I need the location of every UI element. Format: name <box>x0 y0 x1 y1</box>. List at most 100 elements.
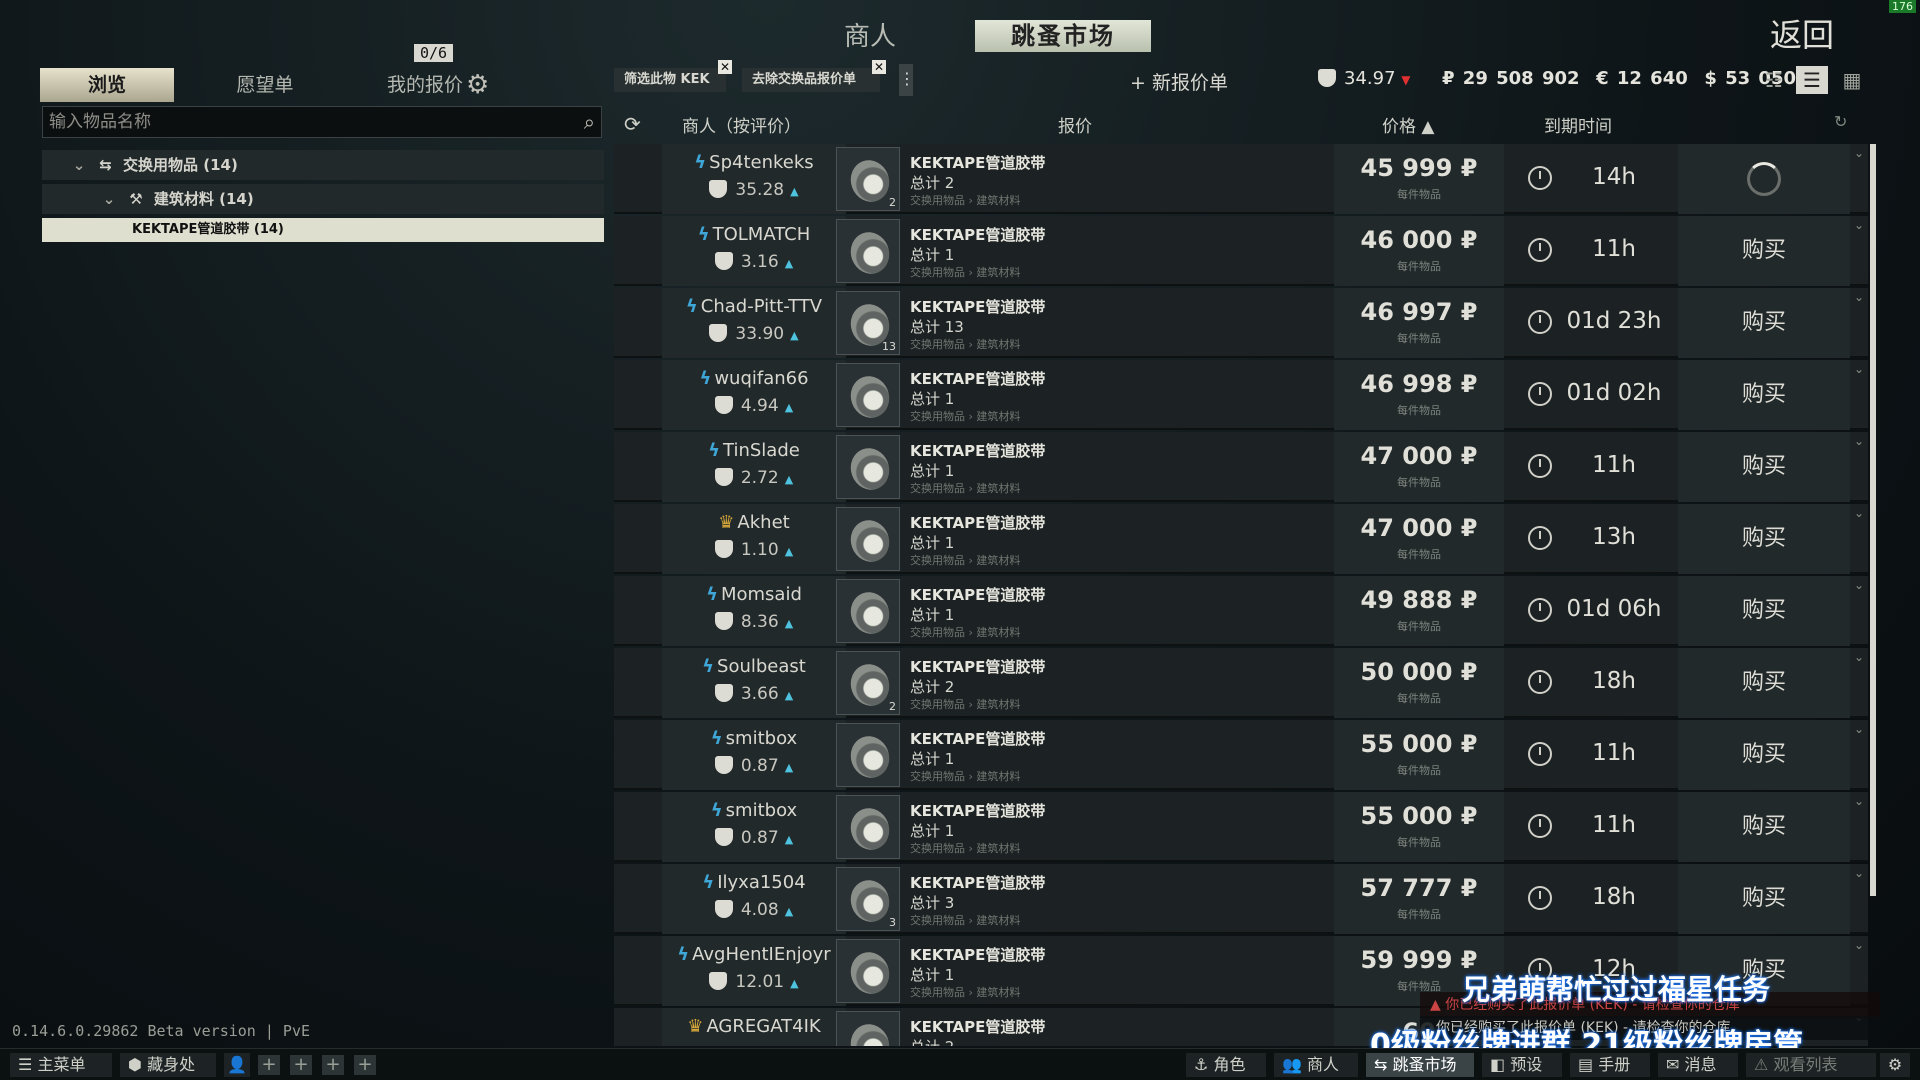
plus-slot-icon[interactable]: + <box>258 1055 280 1075</box>
view-grid-icon[interactable]: ▦ <box>1836 66 1868 94</box>
seller-cell[interactable]: ϟ Momsaid 8.36 ▲ <box>662 576 846 646</box>
item-thumbnail[interactable] <box>836 1011 900 1046</box>
refresh-icon[interactable]: ⟳ <box>624 112 641 136</box>
buy-button[interactable]: 购买 <box>1678 216 1850 286</box>
chevron-down-icon[interactable]: ⌄ <box>1854 146 1864 160</box>
table-row[interactable]: ϟ Momsaid 8.36 ▲ KEKTAPE管道胶带 总计 1 交换用物品 › … <box>614 576 1868 646</box>
close-icon[interactable]: ✕ <box>718 60 732 74</box>
seller-cell[interactable]: ϟ smitbox 0.87 ▲ <box>662 720 846 790</box>
column-expire[interactable]: 到期时间 <box>1544 112 1612 137</box>
plus-slot-icon[interactable]: + <box>290 1055 312 1075</box>
buy-button[interactable]: 购买 <box>1678 432 1850 502</box>
more-options-icon[interactable]: ⋮ <box>899 64 915 96</box>
buy-button[interactable]: 购买 <box>1678 576 1850 646</box>
seller-cell[interactable]: ϟ smitbox 0.87 ▲ <box>662 792 846 862</box>
presets-button[interactable]: ◧ 预设 <box>1482 1053 1562 1077</box>
chevron-down-icon[interactable]: ⌄ <box>1854 362 1864 376</box>
filter-chip-no-barter[interactable]: 去除交换品报价单 ✕ <box>742 60 886 92</box>
buy-button[interactable]: 购买 <box>1678 648 1850 718</box>
filter-chip-item[interactable]: 筛选此物 KEK ✕ <box>614 60 732 92</box>
traders-button[interactable]: 👥 商人 <box>1274 1053 1358 1077</box>
table-row[interactable]: ϟ smitbox 0.87 ▲ KEKTAPE管道胶带 总计 1 交换用物品 › … <box>614 720 1868 790</box>
item-thumbnail[interactable]: 2 <box>836 651 900 715</box>
character-button[interactable]: ⚓ 角色 <box>1186 1053 1266 1077</box>
plus-slot-icon[interactable]: + <box>354 1055 376 1075</box>
view-list-icon[interactable]: ☰ <box>1796 66 1828 94</box>
seller-cell[interactable]: ♛ AGREGAT4IK <box>662 1008 846 1046</box>
table-row[interactable]: ϟ Chad-Pitt-TTV 33.90 ▲ 13 KEKTAPE管道胶带 总计 … <box>614 288 1868 358</box>
chevron-down-icon[interactable]: ⌄ <box>1854 866 1864 880</box>
item-kektape[interactable]: KEKTAPE管道胶带 (14) <box>42 218 604 242</box>
seller-cell[interactable]: ϟ Soulbeast 3.66 ▲ <box>662 648 846 718</box>
category-trading-items[interactable]: ⌄ ⇆ 交换用物品 (14) <box>42 150 604 180</box>
chevron-down-icon[interactable]: ⌄ <box>1854 290 1864 304</box>
close-icon[interactable]: ✕ <box>872 60 886 74</box>
tab-flea-market[interactable]: 跳蚤市场 <box>975 20 1151 52</box>
table-row[interactable]: ϟ wuqifan66 4.94 ▲ KEKTAPE管道胶带 总计 1 交换用物品 … <box>614 360 1868 430</box>
buy-button[interactable]: 购买 <box>1678 864 1850 934</box>
buy-button[interactable]: 购买 <box>1678 504 1850 574</box>
item-thumbnail[interactable]: 3 <box>836 867 900 931</box>
chevron-down-icon[interactable]: ⌄ <box>1854 434 1864 448</box>
hideout-button[interactable]: ⬢ 藏身处 <box>120 1053 216 1077</box>
seller-cell[interactable]: ϟ TOLMATCH 3.16 ▲ <box>662 216 846 286</box>
profile-icon[interactable]: 👤 <box>224 1053 250 1077</box>
plus-slot-icon[interactable]: + <box>322 1055 344 1075</box>
chevron-down-icon[interactable]: ⌄ <box>1854 650 1864 664</box>
scrollbar[interactable] <box>1870 144 1876 896</box>
category-building-materials[interactable]: ⌄ ⚒ 建筑材料 (14) <box>42 184 604 214</box>
table-row[interactable]: ϟ Sp4tenkeks 35.28 ▲ 2 KEKTAPE管道胶带 总计 2 交换… <box>614 144 1868 214</box>
settings-gear-icon[interactable]: ⚙ <box>1880 1053 1910 1077</box>
main-menu-button[interactable]: ☰ 主菜单 <box>10 1053 112 1077</box>
seller-cell[interactable]: ♛ Akhet 1.10 ▲ <box>662 504 846 574</box>
seller-cell[interactable]: ϟ TinSlade 2.72 ▲ <box>662 432 846 502</box>
handbook-button[interactable]: ▤ 手册 <box>1570 1053 1650 1077</box>
tab-wishlist[interactable]: 愿望单 <box>190 68 340 102</box>
table-row[interactable]: ♛ Akhet 1.10 ▲ KEKTAPE管道胶带 总计 1 交换用物品 › 建筑… <box>614 504 1868 574</box>
buy-button[interactable]: 购买 <box>1678 360 1850 430</box>
seller-cell[interactable]: ϟ Ilyxa1504 4.08 ▲ <box>662 864 846 934</box>
column-price[interactable]: 价格 ▲ <box>1382 112 1434 137</box>
item-thumbnail[interactable] <box>836 435 900 499</box>
back-button[interactable]: 返回 <box>1770 10 1834 56</box>
chevron-down-icon[interactable]: ⌄ <box>1854 794 1864 808</box>
chevron-down-icon[interactable]: ⌄ <box>1854 218 1864 232</box>
buy-button[interactable]: 购买 <box>1678 720 1850 790</box>
new-offer-button[interactable]: + 新报价单 <box>1130 68 1228 95</box>
buy-button[interactable]: 购买 <box>1678 288 1850 358</box>
tab-trader[interactable]: 商人 <box>820 16 920 53</box>
buy-button-loading[interactable] <box>1678 144 1850 214</box>
chevron-down-icon[interactable]: ⌄ <box>1854 506 1864 520</box>
table-row[interactable]: ϟ Ilyxa1504 4.08 ▲ 3 KEKTAPE管道胶带 总计 3 交换用物… <box>614 864 1868 934</box>
watchlist-button[interactable]: ⚠ 观看列表 <box>1746 1053 1876 1077</box>
tab-browse[interactable]: 浏览 <box>40 68 174 102</box>
table-row[interactable]: ϟ TOLMATCH 3.16 ▲ KEKTAPE管道胶带 总计 1 交换用物品 ›… <box>614 216 1868 286</box>
item-thumbnail[interactable] <box>836 795 900 859</box>
item-thumbnail[interactable]: 2 <box>836 147 900 211</box>
table-row[interactable]: ϟ Soulbeast 3.66 ▲ 2 KEKTAPE管道胶带 总计 2 交换用物… <box>614 648 1868 718</box>
item-thumbnail[interactable] <box>836 219 900 283</box>
seller-cell[interactable]: ϟ wuqifan66 4.94 ▲ <box>662 360 846 430</box>
search-icon[interactable]: ⌕ <box>584 110 595 134</box>
item-thumbnail[interactable] <box>836 939 900 1003</box>
column-offer[interactable]: 报价 <box>1058 112 1092 137</box>
item-thumbnail[interactable]: 13 <box>836 291 900 355</box>
gear-icon[interactable]: ⚙ <box>466 70 489 100</box>
item-thumbnail[interactable] <box>836 507 900 571</box>
chevron-down-icon[interactable]: ⌄ <box>1854 722 1864 736</box>
search-input[interactable] <box>43 107 563 137</box>
chevron-down-icon[interactable]: ⌄ <box>1854 938 1864 952</box>
seller-cell[interactable]: ϟ AvgHentIEnjoyr 12.01 ▲ <box>662 936 846 1006</box>
item-thumbnail[interactable] <box>836 363 900 427</box>
item-thumbnail[interactable] <box>836 723 900 787</box>
table-row[interactable]: ϟ TinSlade 2.72 ▲ KEKTAPE管道胶带 总计 1 交换用物品 ›… <box>614 432 1868 502</box>
column-merchant[interactable]: 商人（按评价） <box>682 112 801 137</box>
buy-button[interactable]: 购买 <box>1678 792 1850 862</box>
view-compact-icon[interactable]: ☷ <box>1758 66 1790 94</box>
messages-button[interactable]: ✉ 消息 <box>1658 1053 1738 1077</box>
flea-market-button[interactable]: ⇆ 跳蚤市场 <box>1366 1053 1474 1077</box>
item-thumbnail[interactable] <box>836 579 900 643</box>
seller-cell[interactable]: ϟ Chad-Pitt-TTV 33.90 ▲ <box>662 288 846 358</box>
table-row[interactable]: ϟ smitbox 0.87 ▲ KEKTAPE管道胶带 总计 1 交换用物品 › … <box>614 792 1868 862</box>
seller-cell[interactable]: ϟ Sp4tenkeks 35.28 ▲ <box>662 144 846 214</box>
